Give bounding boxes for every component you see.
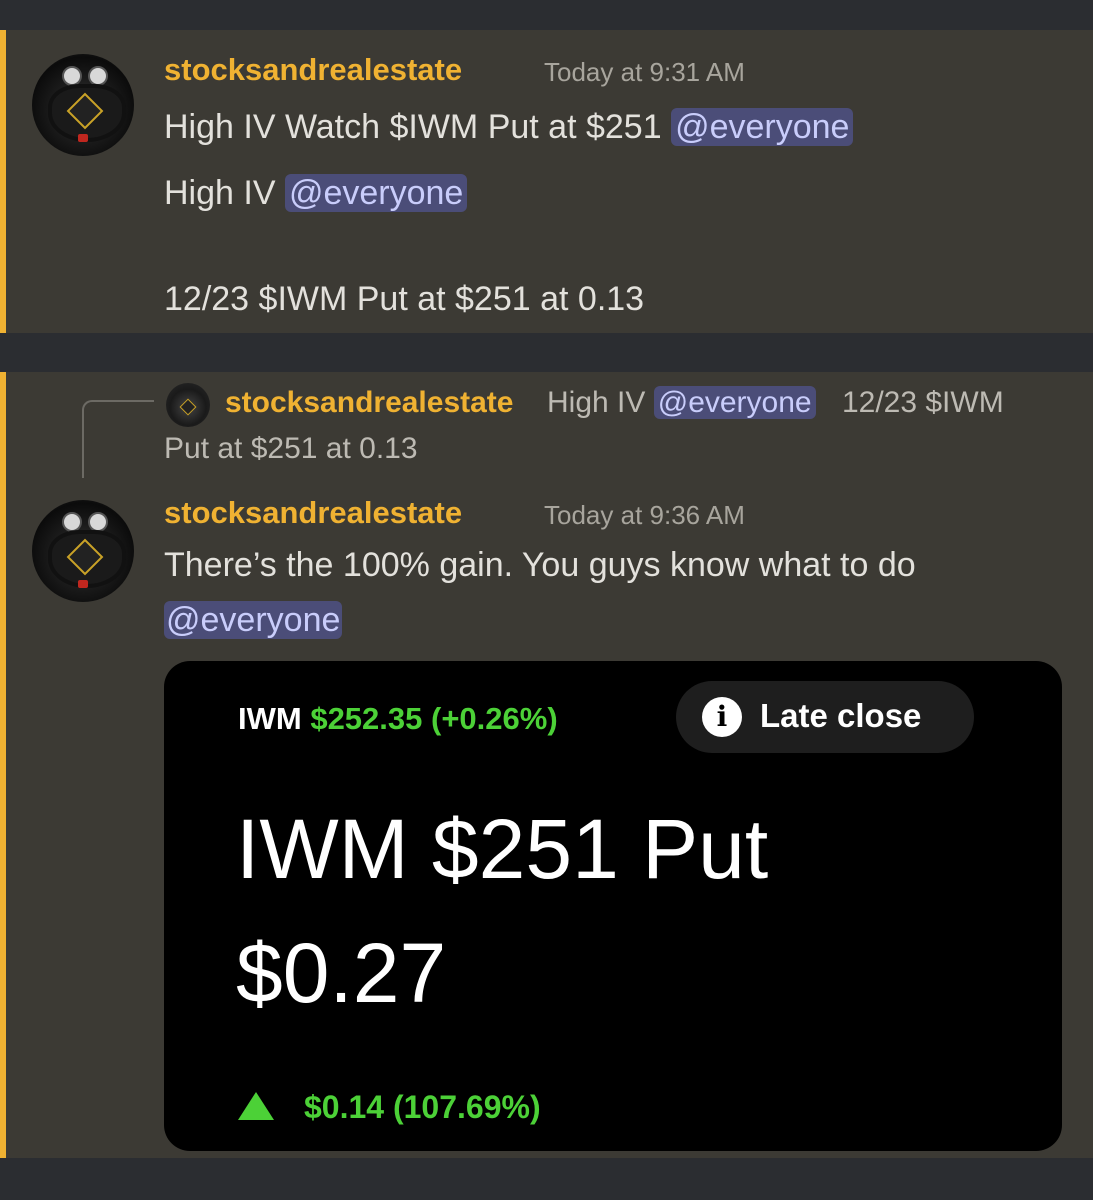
everyone-mention[interactable]: @everyone [671, 108, 854, 146]
late-close-label: Late close [760, 697, 922, 734]
everyone-mention[interactable]: @everyone [284, 174, 468, 212]
reply-connector [82, 400, 154, 478]
up-triangle-icon [238, 1091, 274, 1120]
option-price: $0.27 [236, 926, 447, 1020]
message-timestamp: Today at 9:36 AM [544, 500, 745, 530]
reply-preview[interactable]: High IV @everyone 12/23 $IWM [547, 386, 1004, 420]
message-2: stocksandrealestate High IV @everyone 12… [0, 372, 1093, 1158]
option-name: IWM $251 Put [236, 802, 769, 896]
ticker-price: $252.35 (+0.26%) [310, 701, 558, 736]
reply-avatar[interactable] [166, 383, 210, 427]
ticker-quote: IWM $252.35 (+0.26%) [238, 701, 558, 737]
ticker-symbol: IWM [238, 701, 302, 736]
everyone-mention[interactable]: @everyone [653, 386, 816, 419]
trade-screenshot-card[interactable]: IWM $252.35 (+0.26%) i Late close IWM $2… [164, 661, 1062, 1151]
everyone-mention[interactable]: @everyone [164, 601, 343, 639]
message-text-line: High IV @everyone [164, 174, 468, 213]
message-timestamp: Today at 9:31 AM [544, 57, 745, 87]
price-change-value: $0.14 (107.69%) [304, 1089, 541, 1125]
reply-username[interactable]: stocksandrealestate [225, 386, 514, 420]
info-icon: i [702, 697, 742, 737]
message-text-line: 12/23 $IWM Put at $251 at 0.13 [164, 280, 645, 318]
user-avatar[interactable] [32, 54, 134, 156]
message-text-line: High IV Watch $IWM Put at $251 @everyone [164, 108, 854, 147]
reply-text: High IV [547, 386, 646, 419]
user-avatar[interactable] [32, 500, 134, 602]
price-change: $0.14 (107.69%) [238, 1089, 541, 1126]
message-1: stocksandrealestate Today at 9:31 AM Hig… [0, 30, 1093, 333]
message-text: High IV Watch $IWM Put at $251 [164, 108, 662, 146]
message-username[interactable]: stocksandrealestate [164, 495, 462, 531]
reply-text: 12/23 $IWM [841, 386, 1004, 419]
message-text: High IV [164, 174, 276, 212]
late-close-pill[interactable]: i Late close [676, 681, 974, 753]
message-username[interactable]: stocksandrealestate [164, 52, 462, 88]
message-text-line: @everyone [164, 601, 343, 640]
reply-preview-line2[interactable]: Put at $251 at 0.13 [164, 432, 418, 466]
message-text: There’s the 100% gain. You guys know wha… [164, 546, 916, 584]
